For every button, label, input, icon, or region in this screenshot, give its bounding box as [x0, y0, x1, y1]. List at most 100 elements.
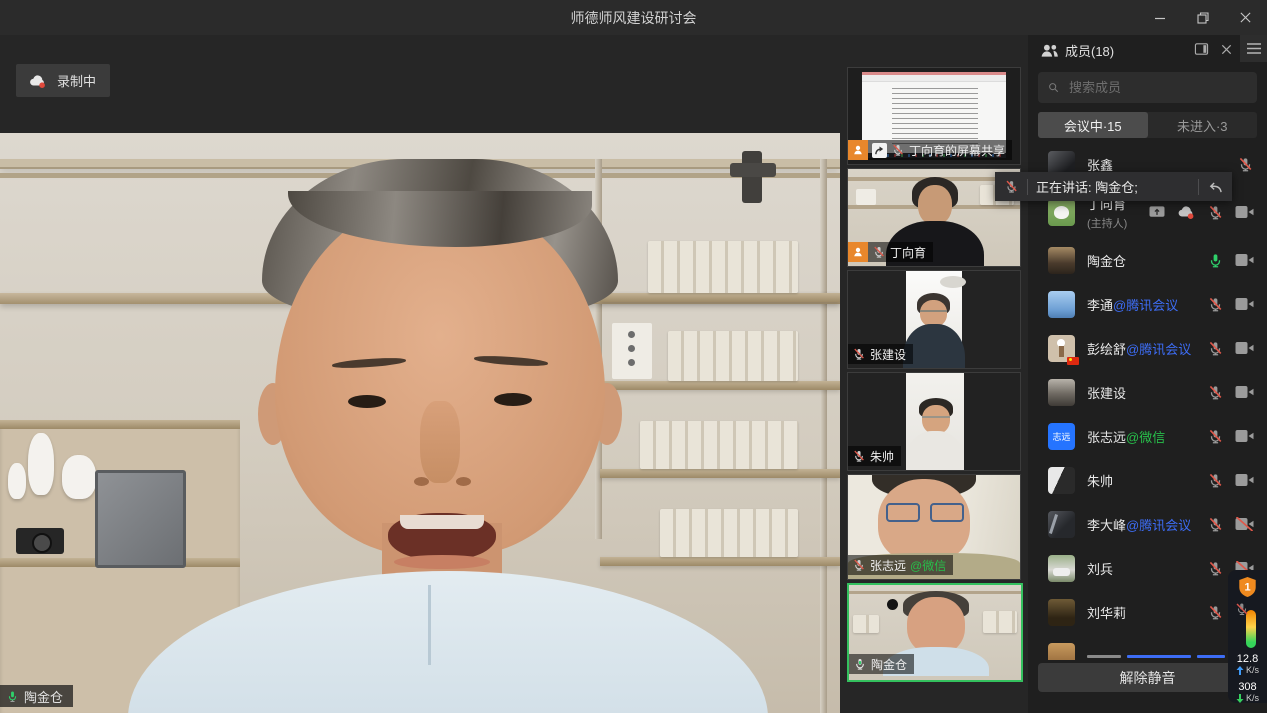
minimize-button[interactable]: [1138, 0, 1181, 35]
thumbnail-screen-share[interactable]: 丁向育的屏幕共享: [847, 67, 1021, 165]
member-avatar: [1048, 643, 1075, 661]
popout-panel-button[interactable]: [1194, 42, 1209, 56]
mic-muted-icon[interactable]: [1207, 604, 1224, 621]
mic-muted-icon[interactable]: [1207, 384, 1224, 401]
member-search[interactable]: [1038, 72, 1257, 103]
close-panel-button[interactable]: [1220, 43, 1233, 56]
member-name: 刘兵: [1087, 559, 1113, 578]
vase: [28, 433, 54, 495]
member-name: 张建设: [1087, 383, 1126, 402]
camera-on-icon[interactable]: [1235, 253, 1254, 267]
mic-level-meter: [1237, 605, 1259, 647]
presenter-badge-icon: [848, 242, 868, 262]
thumbnail-label: 丁向育: [890, 244, 926, 261]
cloud-recording-icon[interactable]: [1177, 204, 1196, 220]
camera-on-icon[interactable]: [1235, 341, 1254, 355]
upload-arrow-icon: [1236, 666, 1244, 675]
mic-muted-icon[interactable]: [1207, 472, 1224, 489]
window-title: 师德师风建设研讨会: [0, 0, 1267, 35]
member-name: 李大峰: [1087, 515, 1126, 534]
member-platform-suffix: @微信: [1126, 427, 1165, 446]
member-row[interactable]: 李通@腾讯会议: [1028, 282, 1267, 326]
download-arrow-icon: [1236, 694, 1244, 703]
restore-toast-button[interactable]: [1207, 180, 1223, 194]
tab-in-meeting[interactable]: 会议中·15: [1038, 112, 1148, 138]
member-avatar: [1048, 511, 1075, 538]
mic-muted-icon[interactable]: [1207, 340, 1224, 357]
security-shield-badge[interactable]: 1: [1237, 576, 1258, 598]
shield-icon: 1: [1237, 576, 1258, 598]
camera-on-icon[interactable]: [1235, 205, 1254, 219]
member-platform-suffix: @腾讯会议: [1126, 339, 1191, 358]
thumbnail-zhangzhiyuan[interactable]: 张志远@微信: [847, 474, 1021, 580]
speaking-toast-text: 正在讲话: 陶金仓;: [1036, 177, 1190, 196]
camera-on-icon[interactable]: [1235, 297, 1254, 311]
member-row[interactable]: 朱帅: [1028, 458, 1267, 502]
thumbnail-zhangjianshe[interactable]: 张建设: [847, 270, 1021, 369]
cloud-recording-icon: [28, 73, 48, 89]
speaker-face: [275, 201, 605, 556]
mic-muted-icon[interactable]: [1237, 156, 1254, 173]
glasses: [922, 416, 950, 423]
active-speaker-tag: 陶金仓: [0, 685, 73, 707]
camera-on-icon[interactable]: [1235, 429, 1254, 443]
member-row[interactable]: 张建设: [1028, 370, 1267, 414]
close-button[interactable]: [1224, 0, 1267, 35]
member-platform-suffix: @腾讯会议: [1126, 515, 1191, 534]
unmute-button[interactable]: 解除静音: [1038, 663, 1257, 692]
avatar-initials: 志远: [1048, 423, 1075, 450]
member-platform-suffix: @腾讯会议: [1113, 295, 1178, 314]
minimize-icon: [1154, 12, 1166, 24]
mic-muted-icon: [1235, 602, 1249, 616]
mic-active-icon: [6, 690, 19, 703]
speaking-toast: 正在讲话: 陶金仓;: [995, 172, 1232, 201]
member-row[interactable]: 陶金仓: [1028, 238, 1267, 282]
mic-muted-icon[interactable]: [1207, 204, 1224, 221]
member-tabs: 会议中·15 未进入·3: [1038, 112, 1257, 138]
restore-button[interactable]: [1181, 0, 1224, 35]
member-avatar: [1048, 199, 1075, 226]
member-search-input[interactable]: [1067, 79, 1247, 96]
mic-muted-icon[interactable]: [1207, 296, 1224, 313]
panel-menu-button[interactable]: [1240, 35, 1267, 62]
member-row[interactable]: 彭绘舒@腾讯会议: [1028, 326, 1267, 370]
thumbnail-label: 张建设: [870, 346, 906, 363]
members-icon: [1040, 43, 1059, 58]
main-stage: 录制中: [0, 35, 840, 713]
thumbnail-taojincang-active[interactable]: 陶金仓: [847, 583, 1023, 682]
member-name: 张鑫: [1087, 155, 1113, 174]
thumbnail-zhushuai[interactable]: 朱帅: [847, 372, 1021, 471]
restore-icon: [1197, 12, 1209, 24]
recording-badge[interactable]: 录制中: [16, 64, 110, 97]
member-name: 彭绘舒: [1087, 339, 1126, 358]
mic-muted-icon[interactable]: [1207, 560, 1224, 577]
screen-share-icon[interactable]: [1148, 205, 1166, 220]
close-icon: [1220, 43, 1233, 56]
tab-not-joined[interactable]: 未进入·3: [1148, 112, 1258, 138]
svg-text:1: 1: [1244, 582, 1250, 594]
download-speed-value: 308: [1238, 681, 1256, 693]
member-row[interactable]: 李大峰@腾讯会议: [1028, 502, 1267, 546]
active-speaker-name: 陶金仓: [24, 687, 63, 706]
members-panel-title: 成员(18): [1065, 41, 1114, 60]
member-name: 刘华莉: [1087, 603, 1126, 622]
mic-muted-icon: [872, 245, 886, 259]
mic-muted-icon[interactable]: [1207, 428, 1224, 445]
camera-on-icon[interactable]: [1235, 385, 1254, 399]
mic-active-icon[interactable]: [1207, 252, 1224, 269]
upload-speed-value: 12.8: [1237, 653, 1258, 665]
member-row[interactable]: 志远张志远@微信: [1028, 414, 1267, 458]
vase: [8, 463, 26, 499]
vase: [62, 455, 96, 499]
flag-badge-icon: [1067, 357, 1079, 365]
member-name: 陶金仓: [1087, 251, 1126, 270]
clipped-member-label: [1087, 655, 1242, 658]
camera-on-icon[interactable]: [1235, 473, 1254, 487]
download-speed-unit: K/s: [1246, 693, 1259, 703]
mic-muted-icon[interactable]: [1207, 516, 1224, 533]
reply-arrow-icon: [1207, 180, 1223, 194]
member-avatar: [1048, 599, 1075, 626]
camera-off-icon[interactable]: [1235, 517, 1254, 531]
recording-label: 录制中: [57, 71, 96, 90]
member-avatar: [1048, 291, 1075, 318]
